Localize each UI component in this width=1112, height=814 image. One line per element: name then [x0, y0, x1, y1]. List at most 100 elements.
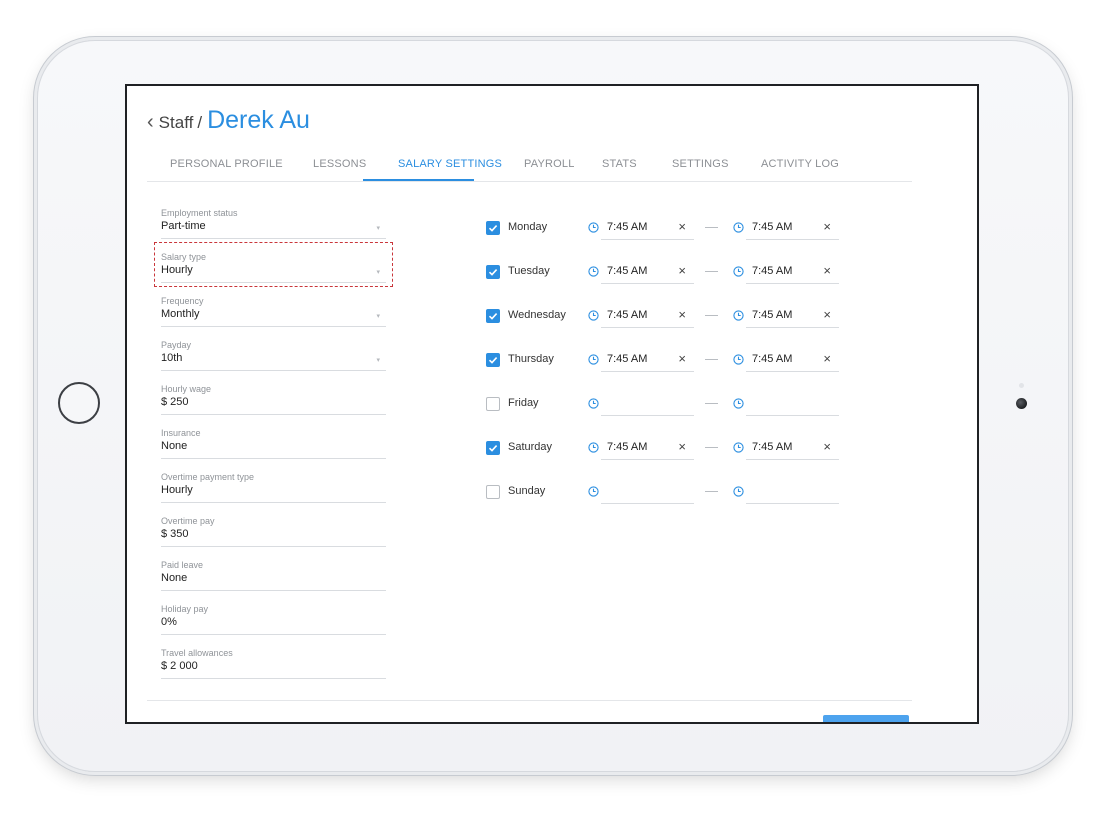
day-label: Thursday — [508, 353, 554, 365]
tab-personal-profile[interactable]: PERSONAL PROFILE — [170, 158, 283, 170]
time-value: 7:45 AM — [607, 309, 648, 321]
saturday-checkbox[interactable] — [486, 441, 500, 455]
saturday-end-time[interactable]: 7:45 AM × — [746, 436, 839, 460]
tuesday-checkbox[interactable] — [486, 265, 500, 279]
wednesday-end-time[interactable]: 7:45 AM × — [746, 304, 839, 328]
range-dash — [705, 271, 718, 272]
close-icon[interactable]: × — [678, 219, 686, 234]
time-value: 7:45 AM — [752, 221, 793, 233]
close-icon[interactable]: × — [823, 351, 831, 366]
field-label: Overtime pay — [161, 516, 215, 526]
save-button[interactable] — [823, 715, 909, 722]
friday-start-time[interactable] — [601, 392, 694, 416]
day-label: Tuesday — [508, 265, 550, 277]
field-value: None — [161, 572, 188, 584]
active-tab-indicator — [363, 179, 474, 181]
range-dash — [705, 403, 718, 404]
sunday-checkbox[interactable] — [486, 485, 500, 499]
range-dash — [705, 447, 718, 448]
time-value: 7:45 AM — [752, 265, 793, 277]
check-icon — [488, 357, 498, 364]
time-value: 7:45 AM — [607, 353, 648, 365]
travel-allowances-field[interactable]: Travel allowances $ 2 000 — [161, 648, 386, 679]
close-icon[interactable]: × — [678, 351, 686, 366]
schedule-row-friday: Friday — [127, 392, 977, 422]
range-dash — [705, 315, 718, 316]
monday-checkbox[interactable] — [486, 221, 500, 235]
clock-icon — [733, 354, 744, 365]
clock-icon — [733, 398, 744, 409]
page-title: Derek Au — [207, 106, 310, 134]
thursday-start-time[interactable]: 7:45 AM × — [601, 348, 694, 372]
paid-leave-field[interactable]: Paid leave None — [161, 560, 386, 591]
tab-bar: PERSONAL PROFILE LESSONS SALARY SETTINGS… — [147, 144, 912, 182]
time-value: 7:45 AM — [752, 309, 793, 321]
field-value: 0% — [161, 616, 177, 628]
check-icon — [488, 225, 498, 232]
clock-icon — [588, 442, 599, 453]
tuesday-end-time[interactable]: 7:45 AM × — [746, 260, 839, 284]
tab-settings[interactable]: SETTINGS — [672, 158, 729, 170]
range-dash — [705, 227, 718, 228]
tab-payroll[interactable]: PAYROLL — [524, 158, 575, 170]
day-label: Monday — [508, 221, 548, 233]
clock-icon — [733, 222, 744, 233]
overtime-pay-field[interactable]: Overtime pay $ 350 — [161, 516, 386, 547]
field-label: Travel allowances — [161, 648, 233, 658]
close-icon[interactable]: × — [823, 439, 831, 454]
clock-icon — [588, 310, 599, 321]
thursday-end-time[interactable]: 7:45 AM × — [746, 348, 839, 372]
schedule-row-saturday: Saturday 7:45 AM × 7:45 AM × — [127, 436, 977, 466]
tuesday-start-time[interactable]: 7:45 AM × — [601, 260, 694, 284]
clock-icon — [733, 266, 744, 277]
day-label: Wednesday — [508, 309, 566, 321]
time-value: 7:45 AM — [752, 353, 793, 365]
monday-end-time[interactable]: 7:45 AM × — [746, 216, 839, 240]
close-icon[interactable]: × — [823, 307, 831, 322]
holiday-pay-field[interactable]: Holiday pay 0% — [161, 604, 386, 635]
close-icon[interactable]: × — [678, 263, 686, 278]
sunday-end-time[interactable] — [746, 480, 839, 504]
front-camera-icon — [1016, 398, 1027, 409]
thursday-checkbox[interactable] — [486, 353, 500, 367]
breadcrumb-separator: / — [197, 113, 203, 132]
time-value: 7:45 AM — [607, 265, 648, 277]
check-icon — [488, 313, 498, 320]
close-icon[interactable]: × — [678, 439, 686, 454]
schedule-row-tuesday: Tuesday 7:45 AM × 7:45 AM × — [127, 260, 977, 290]
app-screen: ‹ Staff / Derek Au PERSONAL PROFILE LESS… — [125, 84, 979, 724]
wednesday-start-time[interactable]: 7:45 AM × — [601, 304, 694, 328]
close-icon[interactable]: × — [823, 219, 831, 234]
friday-end-time[interactable] — [746, 392, 839, 416]
clock-icon — [588, 222, 599, 233]
day-label: Sunday — [508, 485, 546, 497]
wednesday-checkbox[interactable] — [486, 309, 500, 323]
time-value: 7:45 AM — [607, 221, 648, 233]
close-icon[interactable]: × — [823, 263, 831, 278]
sunday-start-time[interactable] — [601, 480, 694, 504]
breadcrumb: ‹ Staff / Derek Au — [147, 106, 310, 135]
check-icon — [488, 269, 498, 276]
time-value: 7:45 AM — [752, 441, 793, 453]
field-label: Holiday pay — [161, 604, 209, 614]
range-dash — [705, 491, 718, 492]
tab-salary-settings[interactable]: SALARY SETTINGS — [398, 158, 502, 170]
clock-icon — [733, 442, 744, 453]
chevron-left-icon[interactable]: ‹ — [147, 111, 154, 134]
clock-icon — [588, 354, 599, 365]
schedule-row-wednesday: Wednesday 7:45 AM × 7:45 AM × — [127, 304, 977, 334]
close-icon[interactable]: × — [678, 307, 686, 322]
tab-lessons[interactable]: LESSONS — [313, 158, 366, 170]
clock-icon — [733, 310, 744, 321]
monday-start-time[interactable]: 7:45 AM × — [601, 216, 694, 240]
range-dash — [705, 359, 718, 360]
saturday-start-time[interactable]: 7:45 AM × — [601, 436, 694, 460]
tab-activity-log[interactable]: ACTIVITY LOG — [761, 158, 839, 170]
friday-checkbox[interactable] — [486, 397, 500, 411]
breadcrumb-parent[interactable]: Staff — [159, 113, 194, 133]
tab-stats[interactable]: STATS — [602, 158, 637, 170]
clock-icon — [588, 398, 599, 409]
home-button[interactable] — [58, 382, 100, 424]
clock-icon — [733, 486, 744, 497]
footer-divider — [147, 700, 912, 701]
